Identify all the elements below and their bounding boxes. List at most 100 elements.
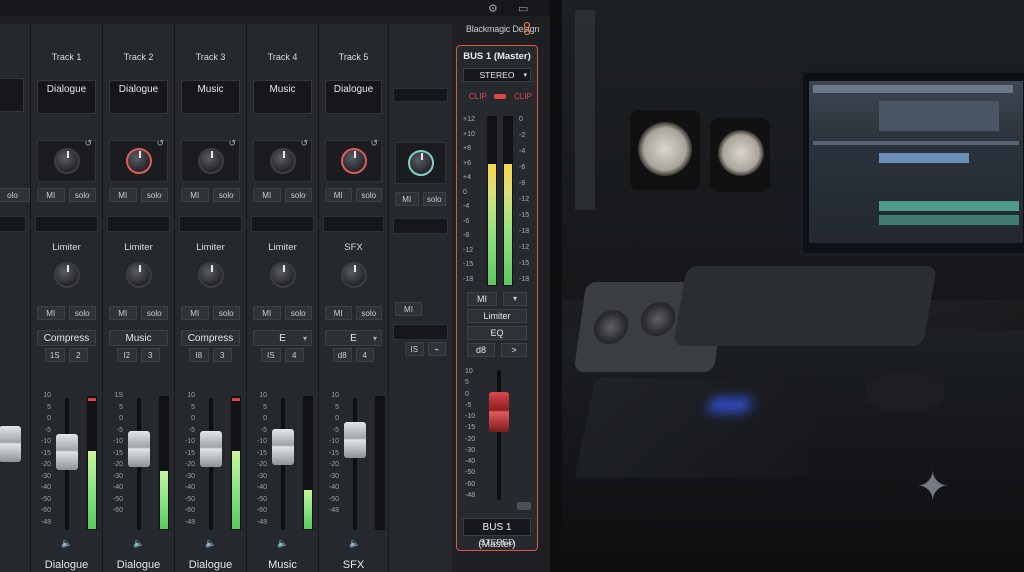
pan-knob[interactable] [269, 148, 296, 174]
pan-knob[interactable] [53, 148, 80, 174]
input-selector[interactable] [0, 78, 24, 112]
effect-selector[interactable]: E ▾ [253, 330, 312, 346]
fader-handle[interactable] [344, 422, 366, 459]
speaker-icon[interactable]: 🔈 [133, 538, 144, 549]
insert-slot[interactable] [107, 216, 170, 232]
insert-slot[interactable] [393, 218, 448, 234]
effect-chip-2[interactable]: 3 [212, 348, 232, 362]
strip-name-box[interactable]: Music [247, 556, 318, 572]
effect-chip-1[interactable]: IS [261, 348, 281, 362]
input-selector[interactable]: Dialogue [109, 80, 168, 114]
fader-handle[interactable] [272, 428, 294, 465]
input-selector[interactable]: Dialogue [325, 80, 382, 114]
solo-button[interactable]: olo [0, 188, 30, 202]
solo-button[interactable]: solo [284, 188, 312, 202]
reset-icon[interactable]: ↺ [84, 138, 92, 149]
effect-chip-1[interactable]: IS [405, 342, 424, 356]
insert-slot[interactable] [251, 216, 314, 232]
strip-name-box[interactable]: Dialogue [103, 556, 174, 572]
insert-slot[interactable] [323, 216, 384, 232]
effect-selector[interactable]: Compress [181, 330, 240, 346]
mute-button-2[interactable]: MI [325, 306, 352, 320]
strip-name-box[interactable]: SFX [319, 556, 388, 572]
solo-button-2[interactable]: solo [212, 306, 240, 320]
dynamics-knob[interactable] [125, 262, 152, 288]
pan-knob[interactable] [340, 148, 367, 174]
insert-slot[interactable] [0, 216, 26, 232]
mute-button[interactable]: MI [109, 188, 137, 202]
mute-button-2[interactable]: MI [37, 306, 65, 320]
input-selector[interactable]: Dialogue [37, 80, 96, 114]
speaker-icon[interactable]: 🔈 [205, 538, 216, 549]
pan-knob[interactable] [125, 148, 152, 174]
master-mute-button[interactable]: MI [467, 292, 497, 306]
fader-handle[interactable] [128, 431, 150, 467]
pan-knob[interactable] [197, 148, 224, 174]
effect-chip-2[interactable]: ⌁ [427, 342, 446, 356]
master-mode-select[interactable]: STEREO ▾ [463, 68, 531, 82]
fader-handle[interactable] [200, 431, 222, 467]
strip-name-box[interactable]: Dialogue [175, 556, 246, 572]
mute-button[interactable]: MI [37, 188, 65, 202]
master-name-box[interactable]: BUS 1 (Master) [463, 518, 531, 550]
mute-button[interactable]: MI [325, 188, 352, 202]
master-limiter-button[interactable]: Limiter [467, 309, 527, 323]
reset-icon[interactable]: ↺ [300, 138, 308, 149]
mute-button[interactable]: MI [395, 192, 419, 206]
solo-button-2[interactable]: solo [68, 306, 96, 320]
effect-chip-2[interactable]: 3 [140, 348, 160, 362]
effect-chip-2[interactable]: 2 [68, 348, 88, 362]
master-chevron-down-icon[interactable]: ▾ [503, 292, 527, 306]
input-slot[interactable] [393, 88, 448, 102]
mute-button-2[interactable]: MI [395, 302, 422, 316]
mute-button-2[interactable]: MI [109, 306, 137, 320]
strip-name-box[interactable]: Dialogue [31, 556, 102, 572]
effect-selector[interactable]: Music [109, 330, 168, 346]
master-eq-button[interactable]: EQ [467, 326, 527, 340]
mute-button[interactable]: MI [181, 188, 209, 202]
solo-button[interactable]: solo [68, 188, 96, 202]
dynamics-knob[interactable] [197, 262, 224, 288]
input-selector[interactable]: Music [253, 80, 312, 114]
solo-button[interactable]: solo [212, 188, 240, 202]
dynamics-knob[interactable] [269, 262, 296, 288]
effect-chip-1[interactable]: 1S [45, 348, 65, 362]
mute-button[interactable]: MI [253, 188, 281, 202]
insert-slot[interactable] [179, 216, 242, 232]
mute-button-2[interactable]: MI [253, 306, 281, 320]
master-link-icon[interactable] [517, 502, 531, 510]
input-selector[interactable]: Music [181, 80, 240, 114]
solo-button[interactable]: solo [140, 188, 168, 202]
insert-slot[interactable] [35, 216, 98, 232]
fader-handle[interactable] [0, 425, 21, 462]
effect-chip-2[interactable]: 4 [284, 348, 304, 362]
master-db-button[interactable]: d8 [467, 343, 495, 357]
effect-selector[interactable]: E ▾ [325, 330, 382, 346]
reset-icon[interactable]: ↺ [370, 138, 378, 149]
effect-chip-1[interactable]: d8 [333, 348, 352, 362]
settings-gear-icon[interactable]: ⚙ [488, 2, 498, 15]
dynamics-knob[interactable] [340, 262, 367, 288]
pan-knob[interactable] [407, 150, 434, 176]
solo-button-2[interactable]: solo [284, 306, 312, 320]
send-slot[interactable] [393, 324, 448, 340]
reset-icon[interactable]: ↺ [156, 138, 164, 149]
effect-chip-1[interactable]: I8 [189, 348, 209, 362]
reset-icon[interactable]: ↺ [228, 138, 236, 149]
monitor-icon[interactable]: ▭ [518, 2, 528, 15]
solo-button[interactable]: solo [355, 188, 382, 202]
speaker-icon[interactable]: 🔈 [61, 538, 72, 549]
solo-button[interactable]: solo [422, 192, 446, 206]
effect-chip-2[interactable]: 4 [355, 348, 374, 362]
master-fader-handle[interactable] [489, 392, 509, 432]
mute-button-2[interactable]: MI [181, 306, 209, 320]
speaker-icon[interactable]: 🔈 [277, 538, 288, 549]
solo-button-2[interactable]: solo [355, 306, 382, 320]
fader-handle[interactable] [56, 434, 78, 471]
dynamics-knob[interactable] [53, 262, 80, 288]
speaker-icon[interactable]: 🔈 [349, 538, 360, 549]
effect-chip-1[interactable]: I2 [117, 348, 137, 362]
master-arrow-button[interactable]: > [501, 343, 527, 357]
solo-button-2[interactable]: solo [140, 306, 168, 320]
effect-selector[interactable]: Compress [37, 330, 96, 346]
